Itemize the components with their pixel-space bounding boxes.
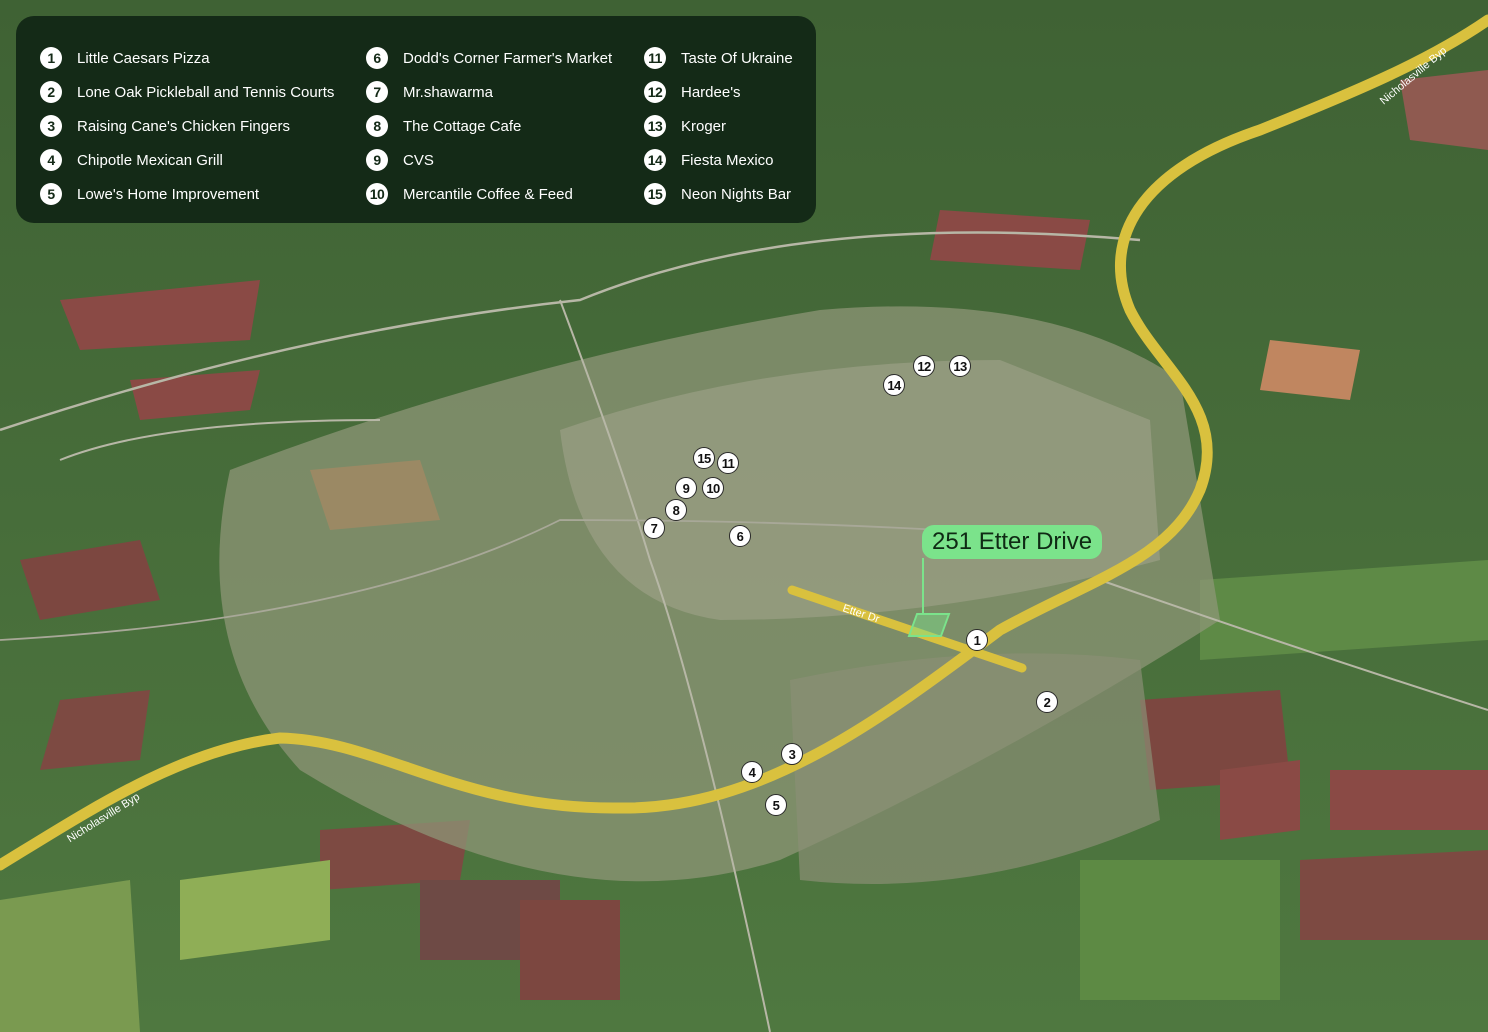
legend-label: Dodd's Corner Farmer's Market xyxy=(403,49,613,67)
legend-label: Taste Of Ukraine xyxy=(681,49,793,67)
map-marker-3[interactable]: 3 xyxy=(781,743,803,765)
legend-item[interactable]: 5 Lowe's Home Improvement xyxy=(40,177,334,211)
aerial-map[interactable]: Nicholasville Byp Nicholasville Byp Ette… xyxy=(0,0,1488,1032)
legend-label: Neon Nights Bar xyxy=(681,185,792,203)
legend-label: Lone Oak Pickleball and Tennis Courts xyxy=(77,83,335,101)
legend-item[interactable]: 3 Raising Cane's Chicken Fingers xyxy=(40,109,334,143)
legend-number: 14 xyxy=(644,149,666,171)
legend-number: 15 xyxy=(644,183,666,205)
legend-item[interactable]: 14 Fiesta Mexico xyxy=(644,143,793,177)
legend-item[interactable]: 15 Neon Nights Bar xyxy=(644,177,793,211)
legend-number: 9 xyxy=(366,149,388,171)
legend-item[interactable]: 4 Chipotle Mexican Grill xyxy=(40,143,334,177)
legend-number: 10 xyxy=(366,183,388,205)
legend-item[interactable]: 8 The Cottage Cafe xyxy=(366,109,612,143)
legend-number: 5 xyxy=(40,183,62,205)
map-marker-9[interactable]: 9 xyxy=(675,477,697,499)
legend-item[interactable]: 9 CVS xyxy=(366,143,612,177)
legend-item[interactable]: 13 Kroger xyxy=(644,109,793,143)
legend-item[interactable]: 2 Lone Oak Pickleball and Tennis Courts xyxy=(40,75,334,109)
legend-column-3: 11 Taste Of Ukraine 12 Hardee's 13 Kroger 1… xyxy=(644,41,793,211)
map-marker-4[interactable]: 4 xyxy=(741,761,763,783)
map-marker-2[interactable]: 2 xyxy=(1036,691,1058,713)
legend-item[interactable]: 10 Mercantile Coffee & Feed xyxy=(366,177,612,211)
legend-item[interactable]: 1 Little Caesars Pizza xyxy=(40,41,334,75)
map-marker-1[interactable]: 1 xyxy=(966,629,988,651)
points-of-interest-legend: 1 Little Caesars Pizza 2 Lone Oak Pickleba… xyxy=(16,16,816,223)
site-callout-label[interactable]: 251 Etter Drive xyxy=(922,525,1103,559)
legend-item[interactable]: 6 Dodd's Corner Farmer's Market xyxy=(366,41,612,75)
legend-label: Raising Cane's Chicken Fingers xyxy=(77,117,290,135)
legend-number: 8 xyxy=(366,115,388,137)
legend-number: 11 xyxy=(644,47,666,69)
legend-number: 6 xyxy=(366,47,388,69)
legend-number: 2 xyxy=(40,81,62,103)
legend-label: The Cottage Cafe xyxy=(403,117,522,135)
legend-label: Lowe's Home Improvement xyxy=(77,185,260,203)
legend-label: Mercantile Coffee & Feed xyxy=(403,185,573,203)
legend-label: Little Caesars Pizza xyxy=(77,49,210,67)
legend-number: 4 xyxy=(40,149,62,171)
legend-number: 3 xyxy=(40,115,62,137)
map-marker-11[interactable]: 11 xyxy=(717,452,739,474)
legend-column-1: 1 Little Caesars Pizza 2 Lone Oak Pickleba… xyxy=(40,41,334,211)
map-marker-10[interactable]: 10 xyxy=(702,477,724,499)
legend-label: Hardee's xyxy=(681,83,741,101)
map-marker-8[interactable]: 8 xyxy=(665,499,687,521)
legend-label: Fiesta Mexico xyxy=(681,151,774,169)
legend-item[interactable]: 12 Hardee's xyxy=(644,75,793,109)
legend-number: 13 xyxy=(644,115,666,137)
legend-number: 1 xyxy=(40,47,62,69)
legend-label: CVS xyxy=(403,151,434,169)
map-marker-13[interactable]: 13 xyxy=(949,355,971,377)
map-marker-6[interactable]: 6 xyxy=(729,525,751,547)
legend-column-2: 6 Dodd's Corner Farmer's Market 7 Mr.shawa… xyxy=(366,41,612,211)
legend-number: 12 xyxy=(644,81,666,103)
legend-item[interactable]: 7 Mr.shawarma xyxy=(366,75,612,109)
callout-leader-line xyxy=(922,558,924,614)
legend-label: Mr.shawarma xyxy=(403,83,494,101)
map-marker-7[interactable]: 7 xyxy=(643,517,665,539)
map-marker-15[interactable]: 15 xyxy=(693,447,715,469)
map-marker-5[interactable]: 5 xyxy=(765,794,787,816)
legend-label: Chipotle Mexican Grill xyxy=(77,151,223,169)
map-marker-14[interactable]: 14 xyxy=(883,374,905,396)
map-marker-12[interactable]: 12 xyxy=(913,355,935,377)
legend-label: Kroger xyxy=(681,117,727,135)
legend-number: 7 xyxy=(366,81,388,103)
legend-item[interactable]: 11 Taste Of Ukraine xyxy=(644,41,793,75)
